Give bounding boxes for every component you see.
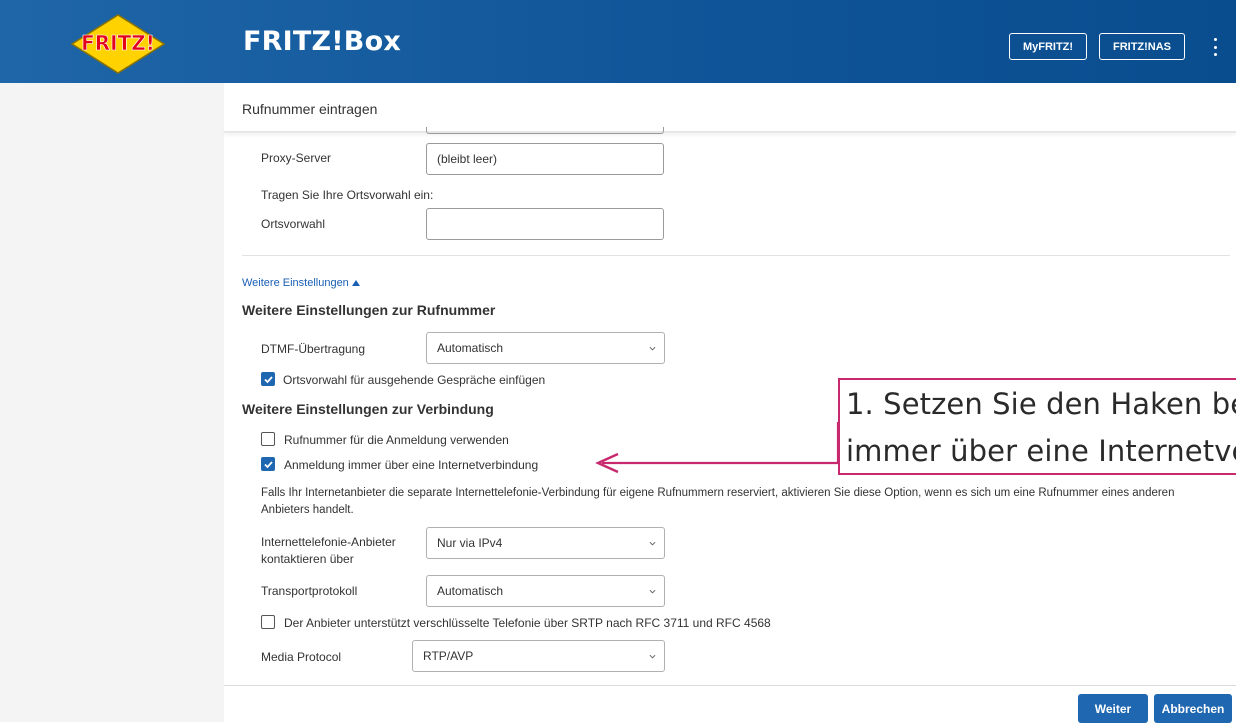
fritznas-button[interactable]: FRITZ!NAS xyxy=(1099,33,1185,60)
dtmf-select[interactable]: Automatisch xyxy=(426,332,665,364)
chevron-down-icon xyxy=(649,346,656,351)
dtmf-label: DTMF-Übertragung xyxy=(261,342,366,356)
provider-select-value: Nur via IPv4 xyxy=(437,536,503,550)
checkmark-icon xyxy=(264,461,273,469)
ortsvorwahl-hint: Tragen Sie Ihre Ortsvorwahl ein: xyxy=(261,188,434,202)
advanced-settings-link-label: Weitere Einstellungen xyxy=(242,277,349,289)
myfritz-button[interactable]: MyFRITZ! xyxy=(1009,33,1087,60)
sidebar xyxy=(0,83,224,722)
weiter-button[interactable]: Weiter xyxy=(1078,694,1148,723)
ortsvorwahl-label: Ortsvorwahl xyxy=(261,217,326,231)
svg-text:FRITZ!: FRITZ! xyxy=(81,31,155,55)
media-protocol-select-value: RTP/AVP xyxy=(423,649,474,663)
provider-select[interactable]: Nur via IPv4 xyxy=(426,527,665,559)
title-divider xyxy=(224,131,1236,133)
info-text: Falls Ihr Internetanbieter die separate … xyxy=(261,487,1175,516)
section-title-connection: Weitere Einstellungen zur Verbindung xyxy=(242,401,494,417)
transport-label: Transportprotokoll xyxy=(261,584,358,598)
rufnummer-anmeldung-label: Rufnummer für die Anmeldung verwenden xyxy=(284,433,509,447)
triangle-up-icon xyxy=(351,280,360,286)
ortsvorwahl-checkbox-label: Ortsvorwahl für ausgehende Gespräche ein… xyxy=(283,373,546,387)
provider-label-line1: Internettelefonie-Anbieter xyxy=(261,535,396,549)
section-divider xyxy=(242,255,1230,256)
annotation-line2: immer über eine Internetver xyxy=(846,434,1236,468)
proxy-server-field[interactable]: (bleibt leer) xyxy=(426,143,664,175)
transport-select-value: Automatisch xyxy=(437,584,504,598)
more-menu-icon[interactable] xyxy=(1208,36,1222,58)
srtp-checkbox[interactable] xyxy=(261,615,275,629)
page-title: Rufnummer eintragen xyxy=(242,101,378,117)
proxy-server-label: Proxy-Server xyxy=(261,151,332,165)
anmeldung-internet-label: Anmeldung immer über eine Internetverbin… xyxy=(284,458,539,472)
media-protocol-label: Media Protocol xyxy=(261,650,342,664)
advanced-settings-toggle[interactable]: Weitere Einstellungen xyxy=(242,277,360,289)
chevron-down-icon xyxy=(649,654,656,659)
srtp-label: Der Anbieter unterstützt verschlüsselte … xyxy=(284,616,771,630)
brand-title: FRITZ!Box xyxy=(243,26,401,57)
rufnummer-anmeldung-checkbox[interactable] xyxy=(261,432,275,446)
ortsvorwahl-field[interactable] xyxy=(426,208,664,240)
chevron-down-icon xyxy=(649,589,656,594)
annotation-arrow-icon xyxy=(595,422,840,474)
previous-field-edge xyxy=(426,127,664,134)
dtmf-select-value: Automatisch xyxy=(437,341,504,355)
anmeldung-internet-checkbox[interactable] xyxy=(261,457,275,471)
annotation-line1: 1. Setzen Sie den Haken bei xyxy=(846,387,1236,421)
top-bar: FRITZ! FRITZ!Box MyFRITZ! FRITZ!NAS xyxy=(0,0,1236,83)
checkmark-icon xyxy=(264,376,273,384)
media-protocol-select[interactable]: RTP/AVP xyxy=(412,640,665,672)
fritz-logo: FRITZ! xyxy=(70,14,166,74)
transport-select[interactable]: Automatisch xyxy=(426,575,665,607)
section-title-number: Weitere Einstellungen zur Rufnummer xyxy=(242,302,496,318)
abbrechen-button[interactable]: Abbrechen xyxy=(1154,694,1232,723)
chevron-down-icon xyxy=(649,541,656,546)
ortsvorwahl-checkbox[interactable] xyxy=(261,372,275,386)
provider-label-line2: kontaktieren über xyxy=(261,552,354,566)
footer-divider xyxy=(224,685,1236,686)
